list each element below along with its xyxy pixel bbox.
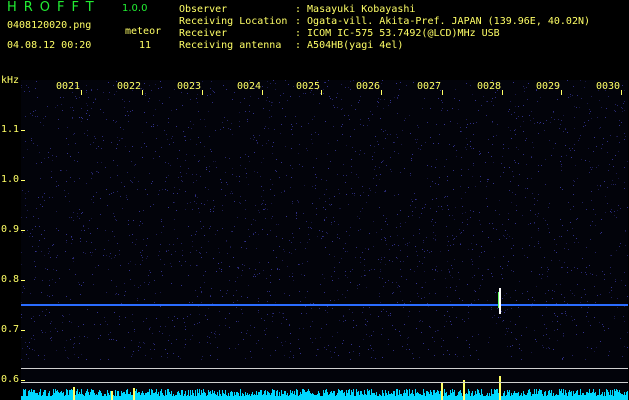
spectrum-baseline-divider	[21, 382, 628, 383]
x-tick-label-0029: 0029	[536, 81, 561, 92]
antenna-value: : A504HB(yagi 4el)	[295, 40, 404, 51]
receiver-value: : ICOM IC-575 53.7492(@LCD)MHz USB	[295, 28, 500, 39]
y-tick-0-9	[21, 230, 25, 231]
y-tick-1-0	[21, 180, 25, 181]
x-tick-label-0030: 0030	[596, 81, 621, 92]
x-tick-0026	[381, 90, 382, 95]
spectrogram-canvas	[21, 80, 628, 400]
x-tick-label-0026: 0026	[356, 81, 381, 92]
spectrum-spike	[441, 382, 443, 400]
meteor-label: meteor	[125, 26, 162, 37]
observation-datetime: 04.08.12 00:20	[7, 40, 92, 51]
x-tick-0025	[321, 90, 322, 95]
meteor-echo-mark	[499, 288, 501, 314]
x-tick-label-0024: 0024	[237, 81, 262, 92]
spectrum-spike	[111, 391, 113, 400]
x-tick-label-0022: 0022	[117, 81, 142, 92]
x-tick-0029	[561, 90, 562, 95]
x-tick-0028	[502, 90, 503, 95]
x-tick-0030	[621, 90, 622, 95]
spectrum-top-divider	[21, 368, 628, 369]
meteor-echo-glow	[498, 292, 499, 308]
noise-texture	[21, 80, 628, 360]
app-title: HROFFT	[7, 0, 101, 15]
spectrum-spike	[73, 387, 75, 400]
x-tick-label-0027: 0027	[417, 81, 442, 92]
observer-label: Observer	[179, 4, 228, 15]
location-value: : Ogata-vill. Akita-Pref. JAPAN (139.96E…	[295, 16, 591, 27]
y-tick-label-1-1: 1.1	[1, 124, 20, 135]
meteor-count: 11	[139, 40, 152, 51]
y-axis-unit: kHz	[1, 75, 20, 86]
header-panel: HROFFT 1.0.0 0408120020.png meteor 04.08…	[0, 0, 629, 75]
y-tick-0-7	[21, 330, 25, 331]
y-tick-1-1	[21, 130, 25, 131]
observer-value: : Masayuki Kobayashi	[295, 4, 416, 15]
y-tick-0-6	[21, 380, 25, 381]
file-name: 0408120020.png	[7, 20, 92, 31]
x-tick-label-0025: 0025	[296, 81, 321, 92]
app-version: 1.0.0	[122, 3, 148, 14]
y-tick-label-1-0: 1.0	[1, 174, 20, 185]
spectrum-spike	[499, 376, 501, 400]
x-tick-label-0028: 0028	[477, 81, 502, 92]
spectrum-spike	[463, 380, 465, 400]
y-tick-label-0-9: 0.9	[1, 224, 20, 235]
x-tick-label-0023: 0023	[177, 81, 202, 92]
antenna-label: Receiving antenna	[179, 40, 282, 51]
y-tick-label-0-6: 0.6	[1, 374, 20, 385]
y-tick-label-0-7: 0.7	[1, 324, 20, 335]
receiver-label: Receiver	[179, 28, 228, 39]
x-tick-0021	[81, 90, 82, 95]
x-tick-0027	[442, 90, 443, 95]
y-tick-label-0-8: 0.8	[1, 274, 20, 285]
spectrogram-plot	[21, 80, 628, 400]
x-tick-0022	[142, 90, 143, 95]
location-label: Receiving Location	[179, 16, 288, 27]
x-tick-0024	[262, 90, 263, 95]
spectrum-spike	[133, 388, 135, 400]
y-tick-0-8	[21, 280, 25, 281]
x-tick-0023	[202, 90, 203, 95]
x-tick-label-0021: 0021	[56, 81, 81, 92]
